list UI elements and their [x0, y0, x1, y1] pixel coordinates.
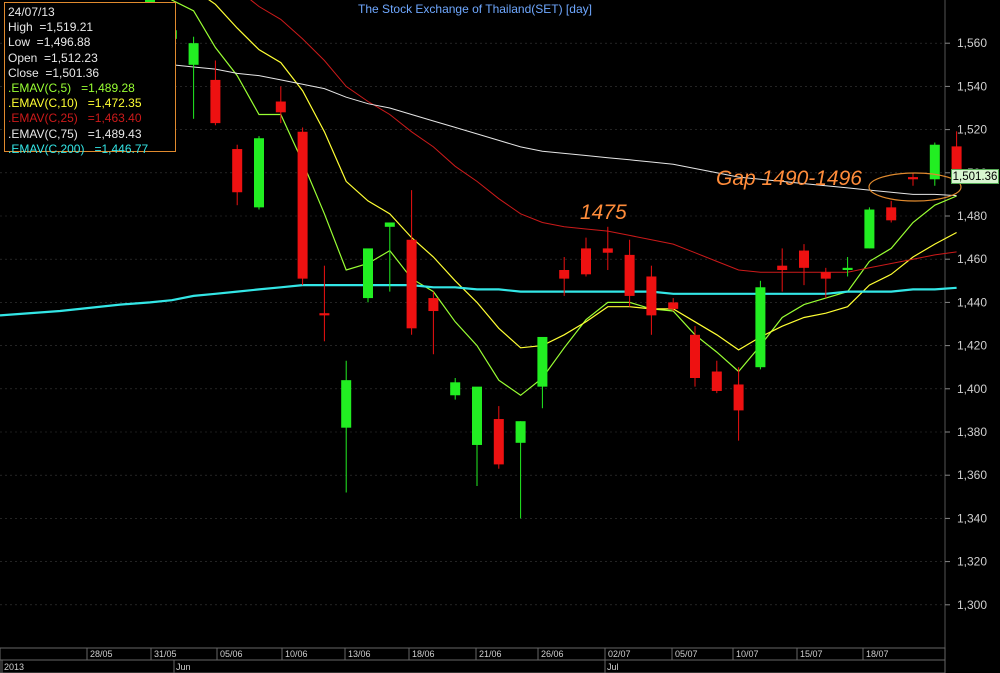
x-tick-label: 18/07	[866, 649, 889, 659]
candle-body	[908, 177, 918, 180]
candle-body	[799, 250, 809, 268]
candle-body	[886, 207, 897, 221]
info-close: Close =1,501.36	[8, 65, 100, 80]
candle-body	[581, 248, 591, 275]
candle-body	[319, 313, 330, 316]
x-tick-label: 31/05	[154, 649, 177, 659]
info-open: Open =1,512.23	[8, 50, 98, 65]
candle-body	[951, 146, 962, 170]
candle-body	[188, 43, 199, 65]
info-ema5: .EMAV(C,5) =1,489.28	[8, 81, 135, 96]
candle-body	[472, 386, 482, 445]
x-tick-label: 21/06	[479, 649, 502, 659]
x-tick-label: 15/07	[800, 649, 823, 659]
y-tick-label: 1,540	[957, 79, 987, 93]
y-tick-label: 1,520	[957, 123, 987, 137]
y-tick-label: 1,560	[957, 36, 987, 50]
last-price-label: 1,501.36	[951, 169, 999, 184]
candle-body	[602, 248, 613, 253]
x-lower-label: 2013	[4, 662, 24, 672]
candle-body	[711, 371, 722, 391]
info-ema10: .EMAV(C,10) =1,472.35	[8, 96, 142, 111]
ohlc-info-panel: 24/07/13 High =1,519.21 Low =1,496.88 Op…	[4, 2, 176, 156]
x-tick-label: 05/06	[220, 649, 243, 659]
candle-body	[210, 79, 221, 124]
candle-body	[275, 101, 286, 113]
y-tick-label: 1,400	[957, 382, 987, 396]
x-axis: 28/05 31/05 05/06 10/06 13/06 18/06 21/06 26/06…	[0, 647, 946, 673]
candle-body	[864, 209, 875, 249]
candle-body	[363, 248, 373, 299]
info-ema200: .EMAV(C,200) =1,446.77	[8, 141, 149, 156]
candle-body	[646, 276, 657, 316]
ema-line	[250, 0, 957, 273]
candle-body	[842, 267, 853, 270]
x-tick-label: 10/07	[736, 649, 759, 659]
info-date: 24/07/13	[8, 5, 55, 19]
y-tick-label: 1,460	[957, 252, 987, 266]
info-high: High =1,519.21	[8, 20, 94, 35]
y-tick-label: 1,340	[957, 511, 987, 525]
candle-body	[559, 270, 570, 279]
info-ema75: .EMAV(C,75) =1,489.43	[8, 126, 142, 141]
x-lower-label: Jun	[176, 662, 191, 672]
candle-body	[384, 222, 395, 227]
info-ema25: .EMAV(C,25) =1,463.40	[8, 111, 142, 126]
ema-line	[170, 0, 957, 397]
candle-body	[406, 239, 417, 329]
candle-body	[624, 254, 635, 296]
candle-body	[777, 265, 788, 270]
y-tick-label: 1,420	[957, 339, 987, 353]
candle-body	[450, 382, 461, 396]
candle-body	[668, 302, 679, 309]
y-tick-label: 1,480	[957, 209, 987, 223]
y-tick-label: 1,380	[957, 425, 987, 439]
x-tick-label: 26/06	[541, 649, 564, 659]
candle-body	[515, 421, 526, 443]
ema-line	[0, 284, 957, 317]
x-tick-label: 18/06	[412, 649, 435, 659]
candle-body	[493, 419, 504, 465]
info-low: Low =1,496.88	[8, 35, 91, 50]
x-lower-label: Jul	[607, 662, 619, 672]
y-tick-label: 1,300	[957, 598, 987, 612]
x-tick-label: 02/07	[608, 649, 631, 659]
candle-body	[428, 298, 439, 312]
candle-body	[690, 334, 700, 378]
candle-body	[232, 149, 243, 193]
candle-body	[537, 336, 548, 387]
candle-body	[733, 384, 744, 411]
candle-body	[297, 131, 308, 279]
candle-body	[341, 380, 352, 428]
x-tick-label: 10/06	[285, 649, 308, 659]
level-annotation: 1475	[580, 201, 627, 224]
candle-body	[755, 287, 766, 368]
y-tick-label: 1,320	[957, 555, 987, 569]
y-axis-ticks: 1,300 1,320 1,340 1,360 1,380 1,400 1,420 1,440…	[957, 36, 987, 612]
y-tick-label: 1,440	[957, 295, 987, 309]
gap-annotation: Gap 1490-1496	[716, 167, 862, 190]
x-tick-label: 28/05	[90, 649, 113, 659]
x-tick-label: 05/07	[675, 649, 698, 659]
x-tick-label: 13/06	[348, 649, 371, 659]
candle-body	[820, 272, 831, 279]
y-tick-label: 1,360	[957, 468, 987, 482]
candle-body	[254, 138, 264, 208]
